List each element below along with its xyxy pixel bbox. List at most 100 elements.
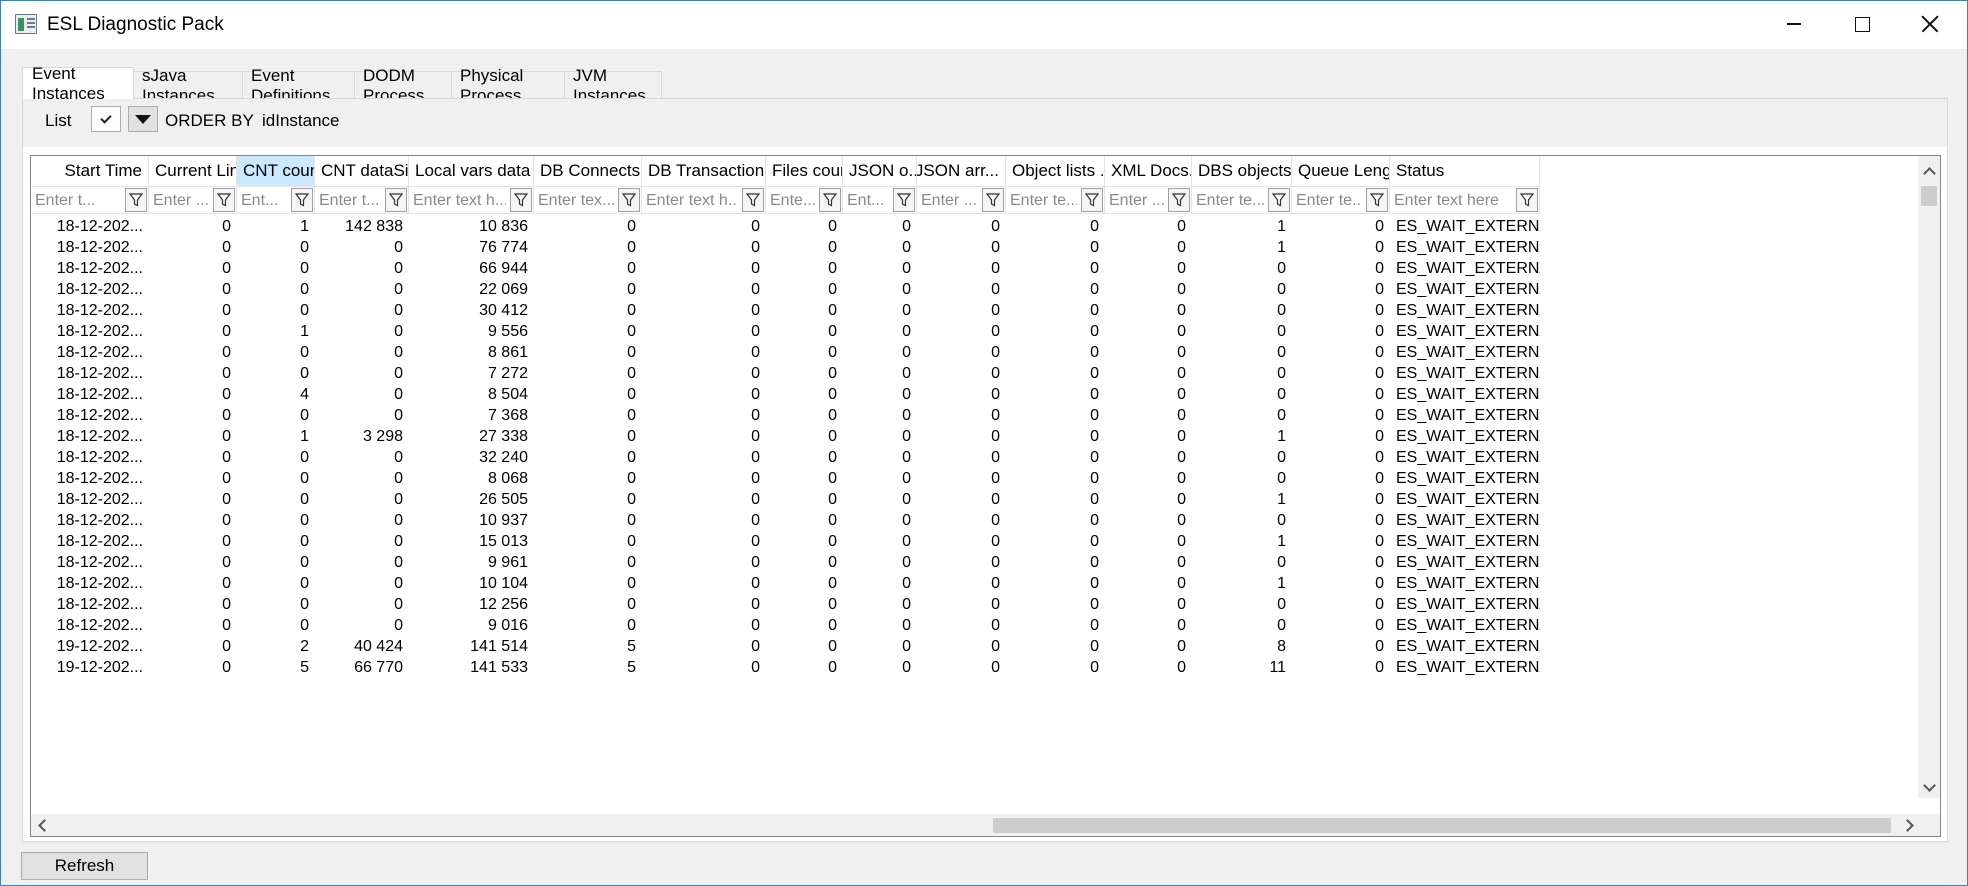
column-filter-input[interactable] xyxy=(538,190,614,212)
table-cell: 0 xyxy=(1177,427,1186,445)
column-header[interactable]: DBS objects... xyxy=(1192,156,1292,186)
table-cell: 0 xyxy=(751,469,760,487)
table-cell: 0 xyxy=(828,427,837,445)
column-filter-input[interactable] xyxy=(847,190,889,212)
column-filter-input[interactable] xyxy=(1010,190,1077,212)
column-filter-button[interactable] xyxy=(385,188,407,212)
list-check-button[interactable] xyxy=(91,106,121,132)
filter-funnel-icon xyxy=(514,193,528,207)
table-cell: 32 240 xyxy=(479,448,528,466)
column-header[interactable]: DB Connects... xyxy=(534,156,642,186)
column-header[interactable]: Local vars data ... xyxy=(409,156,534,186)
table-cell: 0 xyxy=(828,322,837,340)
column-header[interactable]: JSON o... xyxy=(843,156,917,186)
table-cell: 66 770 xyxy=(354,658,403,676)
tab-physical-process[interactable]: Physical Process xyxy=(451,66,565,105)
column-header[interactable]: CNT count xyxy=(237,156,315,186)
column-filter-input[interactable] xyxy=(319,190,381,212)
column-header[interactable]: Files count xyxy=(766,156,843,186)
column-header[interactable]: XML Docs... xyxy=(1105,156,1192,186)
column-filter-button[interactable] xyxy=(291,188,313,212)
column-filter-input[interactable] xyxy=(153,190,209,212)
scroll-up-button[interactable] xyxy=(1918,160,1940,182)
refresh-button[interactable]: Refresh xyxy=(21,852,148,880)
column-filter-input[interactable] xyxy=(921,190,978,212)
column-filter-input[interactable] xyxy=(1394,190,1512,212)
column-filter-button[interactable] xyxy=(125,188,147,212)
scroll-down-button[interactable] xyxy=(1918,776,1940,798)
column-header[interactable]: DB Transactions... xyxy=(642,156,766,186)
filter-cell xyxy=(642,186,766,214)
column-filter-input[interactable] xyxy=(35,190,121,212)
table-cell: 0 xyxy=(902,532,911,550)
tab-jvm-instances[interactable]: JVM Instances xyxy=(564,66,662,105)
table-cell: 5 xyxy=(627,658,636,676)
column-filter-input[interactable] xyxy=(1109,190,1164,212)
column-filter-button[interactable] xyxy=(893,188,915,212)
column-filter-input[interactable] xyxy=(1296,190,1362,212)
column-filter-button[interactable] xyxy=(742,188,764,212)
list-dropdown-button[interactable] xyxy=(128,106,158,132)
horizontal-scrollbar[interactable] xyxy=(31,814,1920,836)
table-cell: 0 xyxy=(222,427,231,445)
table-cell: 0 xyxy=(222,658,231,676)
column-filter-button[interactable] xyxy=(819,188,841,212)
table-cell: 18-12-202... xyxy=(56,595,143,613)
table-cell: 0 xyxy=(1375,427,1384,445)
table-cell: 0 xyxy=(300,364,309,382)
column-filter-button[interactable] xyxy=(1268,188,1290,212)
table-cell: 0 xyxy=(828,637,837,655)
table-cell: 0 xyxy=(1090,259,1099,277)
scroll-right-button[interactable] xyxy=(1898,814,1920,836)
column-filter-input[interactable] xyxy=(241,190,287,212)
horizontal-scroll-thumb[interactable] xyxy=(993,818,1891,833)
table-cell: 0 xyxy=(300,511,309,529)
vertical-scrollbar[interactable] xyxy=(1918,156,1940,798)
table-cell: 0 xyxy=(1090,469,1099,487)
close-button[interactable] xyxy=(1896,1,1964,47)
column-header[interactable]: Current Line xyxy=(149,156,237,186)
tab-event-definitions[interactable]: Event Definitions xyxy=(242,66,355,105)
tab-sjava-instances[interactable]: sJava Instances xyxy=(133,66,243,105)
table-cell: 19-12-202... xyxy=(56,637,143,655)
column-filter-button[interactable] xyxy=(618,188,640,212)
column-filter-button[interactable] xyxy=(1081,188,1103,212)
tab-event-instances[interactable]: Event Instances xyxy=(22,64,134,103)
filter-funnel-icon xyxy=(823,193,837,207)
scroll-left-button[interactable] xyxy=(31,814,53,836)
minimize-button[interactable] xyxy=(1760,1,1828,47)
table-cell: 19-12-202... xyxy=(56,658,143,676)
column-filter-button[interactable] xyxy=(982,188,1004,212)
table-cell: 0 xyxy=(828,406,837,424)
column-filter-button[interactable] xyxy=(213,188,235,212)
column-filter-input[interactable] xyxy=(770,190,815,212)
column-filter-input[interactable] xyxy=(646,190,738,212)
column-filter-input[interactable] xyxy=(1196,190,1264,212)
maximize-button[interactable] xyxy=(1828,1,1896,47)
table-cell: ES_WAIT_EXTERNAL_RQ xyxy=(1396,385,1540,403)
table-cell: 0 xyxy=(1375,658,1384,676)
table-cell: 0 xyxy=(1277,364,1286,382)
table-cell: 1 xyxy=(300,427,309,445)
table-cell: 0 xyxy=(627,301,636,319)
table-cell: 1 xyxy=(1277,427,1286,445)
filter-cell xyxy=(1292,186,1390,214)
column-header[interactable]: CNT dataSize xyxy=(315,156,409,186)
table-cell: 0 xyxy=(1375,490,1384,508)
column-header[interactable]: Object lists ... xyxy=(1006,156,1105,186)
tab-dodm-process[interactable]: DODM Process xyxy=(354,66,452,105)
column-filter-button[interactable] xyxy=(1516,188,1538,212)
column-header[interactable]: Start Time xyxy=(31,156,149,186)
table-cell: 0 xyxy=(394,511,403,529)
column-filter-input[interactable] xyxy=(413,190,506,212)
column-header[interactable]: Status xyxy=(1390,156,1540,186)
column-header[interactable]: Queue Length xyxy=(1292,156,1390,186)
vertical-scroll-thumb[interactable] xyxy=(1921,186,1937,206)
column-filter-button[interactable] xyxy=(1366,188,1388,212)
table-cell: 0 xyxy=(1177,595,1186,613)
table-cell: 5 xyxy=(627,637,636,655)
column-filter-button[interactable] xyxy=(510,188,532,212)
column-filter-button[interactable] xyxy=(1168,188,1190,212)
column-header[interactable]: JSON arr... xyxy=(917,156,1006,186)
table-cell: 0 xyxy=(1177,301,1186,319)
